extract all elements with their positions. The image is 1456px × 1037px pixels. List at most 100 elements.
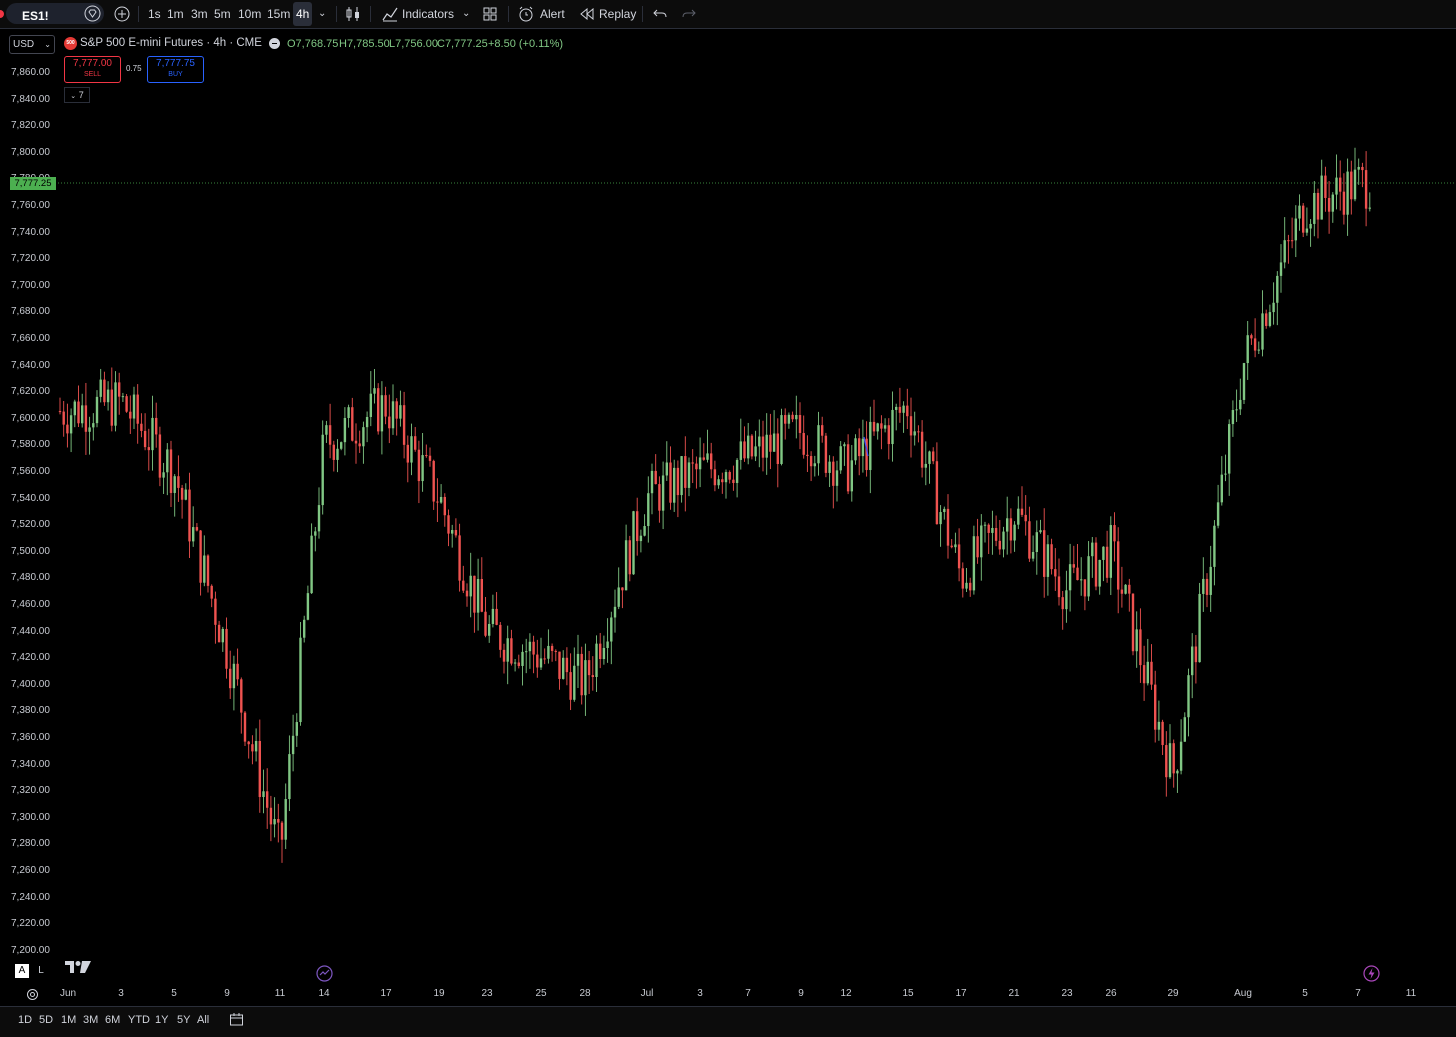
candle-body — [1235, 409, 1238, 411]
candle-body — [1157, 721, 1161, 730]
log-scale-button[interactable]: L — [34, 964, 48, 978]
candle-body — [1257, 349, 1260, 351]
candle-body — [1294, 218, 1297, 241]
candle-body — [576, 653, 580, 666]
candle-body — [299, 637, 302, 723]
candle-body — [62, 411, 65, 425]
candle-body — [140, 423, 143, 431]
candle-body — [1361, 166, 1364, 171]
candle-body — [917, 431, 920, 433]
candle-body — [621, 587, 624, 591]
candle-body — [1131, 593, 1135, 652]
time-axis-settings-icon[interactable] — [26, 988, 39, 1001]
range-button-6m[interactable]: 6M — [105, 1014, 120, 1026]
range-button-5y[interactable]: 5Y — [177, 1014, 190, 1026]
candle-body — [1080, 579, 1083, 581]
candle-body — [891, 409, 894, 445]
candle-body — [932, 451, 935, 462]
candle-body — [103, 379, 106, 403]
candle-body — [813, 463, 816, 467]
candle-body — [328, 425, 332, 445]
candle-body — [787, 414, 791, 424]
candle-body — [591, 675, 594, 677]
candle-body — [521, 651, 524, 666]
candle-body — [858, 438, 861, 457]
candle-body — [129, 411, 132, 419]
time-tick-label: 11 — [274, 988, 286, 999]
range-button-1m[interactable]: 1M — [61, 1014, 76, 1026]
range-button-ytd[interactable]: YTD — [128, 1014, 150, 1026]
candle-body — [273, 819, 276, 825]
candle-body — [484, 611, 487, 636]
candle-body — [1124, 584, 1127, 594]
time-tick-label: 28 — [579, 988, 591, 999]
candle-body — [340, 442, 343, 449]
candle-body — [861, 438, 865, 457]
candle-body — [506, 638, 509, 662]
candle-body — [809, 456, 813, 467]
event-marker-icon[interactable] — [316, 965, 333, 982]
candle-body — [791, 414, 794, 420]
candle-body — [743, 441, 746, 459]
time-tick-label: 21 — [1008, 988, 1020, 999]
candle-body — [710, 453, 713, 470]
candle-body — [1105, 546, 1109, 578]
candle-body — [1276, 275, 1279, 303]
candle-body — [399, 405, 402, 419]
candle-body — [451, 530, 454, 534]
candle-body — [480, 578, 483, 612]
candle-body — [1113, 525, 1116, 542]
price-chart[interactable] — [0, 0, 1456, 1036]
candle-body — [428, 455, 432, 461]
candle-body — [1339, 177, 1342, 192]
candle-body — [188, 489, 191, 542]
range-button-3m[interactable]: 3M — [83, 1014, 98, 1026]
candle-body — [843, 444, 846, 447]
go-to-date-icon[interactable] — [229, 1012, 244, 1027]
candle-body — [1279, 262, 1283, 276]
candle-body — [166, 449, 169, 473]
lightning-event-icon[interactable] — [1363, 965, 1380, 982]
candle-body — [798, 415, 802, 433]
candle-body — [1057, 576, 1061, 598]
candle-body — [1102, 546, 1105, 560]
candle-body — [310, 535, 313, 594]
candle-body — [872, 421, 876, 432]
candle-body — [957, 544, 961, 569]
candle-body — [1061, 597, 1064, 610]
candle-body — [961, 568, 964, 589]
candle-body — [895, 406, 898, 410]
candle-body — [717, 479, 720, 486]
candle-body — [869, 421, 872, 471]
candle-body — [735, 459, 739, 483]
auto-scale-button[interactable]: A — [15, 964, 29, 978]
candle-body — [972, 536, 976, 591]
candle-body — [1228, 424, 1231, 474]
candle-body — [406, 444, 409, 463]
candle-body — [1242, 363, 1246, 400]
candle-body — [217, 624, 221, 643]
range-button-all[interactable]: All — [197, 1014, 209, 1026]
candle-body — [1357, 166, 1360, 170]
candle-body — [1068, 564, 1072, 591]
candle-body — [658, 484, 661, 511]
candle-body — [1065, 590, 1068, 610]
candle-body — [1179, 741, 1183, 771]
candle-body — [676, 467, 680, 496]
candle-body — [488, 623, 491, 636]
candle-body — [229, 668, 232, 689]
candle-body — [758, 436, 761, 447]
candle-body — [473, 575, 476, 613]
range-button-1y[interactable]: 1Y — [155, 1014, 168, 1026]
range-button-5d[interactable]: 5D — [39, 1014, 53, 1026]
candle-body — [491, 608, 495, 624]
candle-body — [1009, 518, 1013, 541]
candle-body — [1154, 684, 1157, 730]
candle-body — [1035, 532, 1038, 552]
range-button-1d[interactable]: 1D — [18, 1014, 32, 1026]
candle-body — [643, 526, 646, 536]
candle-body — [698, 457, 702, 470]
tradingview-logo-icon[interactable] — [65, 961, 91, 973]
candle-body — [88, 427, 91, 432]
candle-body — [147, 447, 150, 451]
